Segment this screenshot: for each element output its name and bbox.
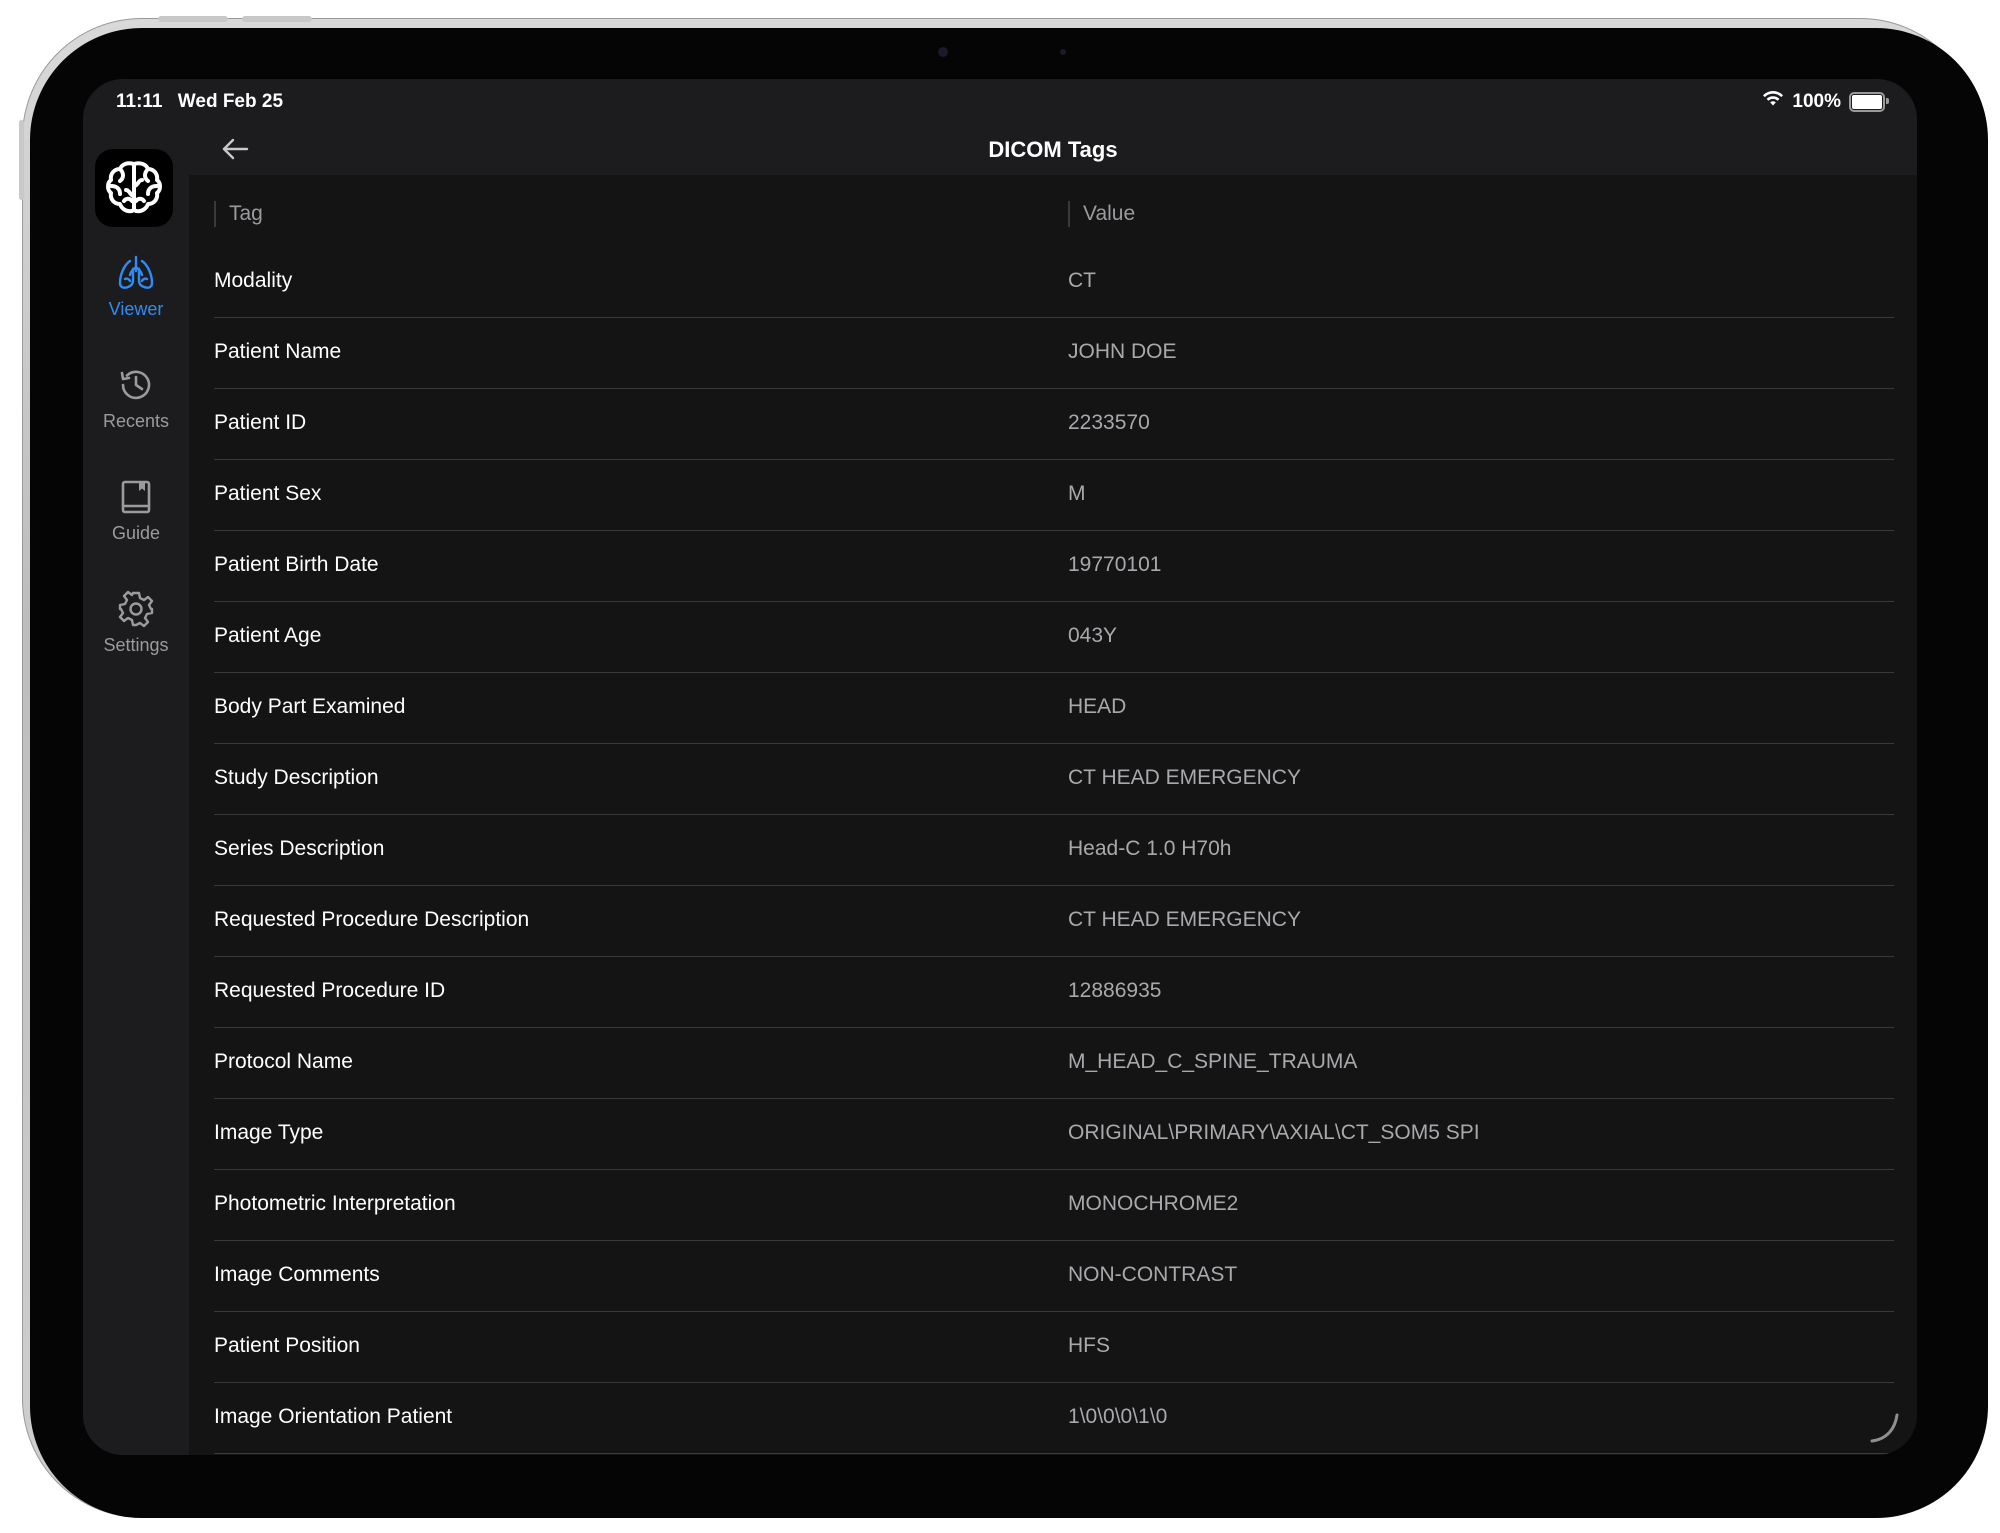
table-row[interactable]: Series Description Head-C 1.0 H70h (214, 815, 1894, 886)
status-date: Wed Feb 25 (177, 91, 284, 112)
table-row[interactable]: Requested Procedure ID 12886935 (214, 957, 1894, 1028)
status-indicators: 100% (1762, 90, 1889, 113)
table-row[interactable]: Patient Birth Date 19770101 (214, 531, 1894, 602)
value-cell: CT (1068, 269, 1096, 292)
battery-percent: 100% (1792, 90, 1841, 112)
value-cell: 043Y (1068, 624, 1118, 647)
scroll-indicator (1869, 1413, 1899, 1443)
table-row[interactable]: Patient Name JOHN DOE (214, 318, 1894, 389)
tag-cell: Patient Age (214, 624, 322, 647)
navigation-bar: DICOM Tags (189, 123, 1917, 175)
value-cell: NON-CONTRAST (1068, 1263, 1238, 1286)
value-cell: HFS (1068, 1334, 1110, 1357)
value-cell: 1\0\0\0\1\0 (1068, 1405, 1168, 1428)
table-header: Tag Value (214, 175, 1894, 247)
app-logo[interactable] (95, 149, 173, 227)
tag-cell: Patient Birth Date (214, 553, 379, 576)
power-button (242, 16, 312, 22)
sidebar-item-label: Viewer (108, 299, 164, 319)
table-row[interactable]: Modality CT (214, 247, 1894, 318)
sidebar-item-settings[interactable]: Settings (83, 587, 189, 656)
value-cell: 19770101 (1068, 553, 1162, 576)
table-row[interactable]: Requested Procedure Description CT HEAD E… (214, 886, 1894, 957)
tag-cell: Image Orientation Patient (214, 1405, 453, 1428)
value-cell: HEAD (1068, 695, 1127, 718)
sidebar: Viewer Recents Guide Settings (83, 123, 189, 1455)
battery-fill (1852, 94, 1882, 109)
tag-cell: Series Description (214, 837, 385, 860)
sidebar-item-recents[interactable]: Recents (83, 363, 189, 432)
tag-cell: Image Comments (214, 1263, 380, 1286)
table-row[interactable]: Image Type ORIGINAL\PRIMARY\AXIAL\CT_SOM5… (214, 1099, 1894, 1170)
tag-cell: Modality (214, 269, 293, 292)
value-cell: 12886935 (1068, 979, 1162, 1002)
status-time-date: 11:11 Wed Feb 25 (116, 91, 283, 113)
table-row[interactable]: Study Description CT HEAD EMERGENCY (214, 744, 1894, 815)
table-row[interactable]: Protocol Name M_HEAD_C_SPINE_TRAUMA (214, 1028, 1894, 1099)
brain-icon (106, 161, 162, 214)
tag-cell: Patient ID (214, 411, 307, 434)
dicom-tags-table: Tag Value Modality CT Patient Name JOHN DOE… (214, 175, 1894, 1454)
value-cell: MONOCHROME2 (1068, 1192, 1239, 1215)
column-header-tag[interactable]: Tag (214, 201, 263, 227)
main-content: DICOM Tags Tag Value Modality CT Patient N… (189, 123, 1917, 1455)
sensor-dot (1060, 49, 1066, 55)
side-button (19, 120, 24, 200)
gear-icon (114, 587, 158, 631)
value-cell: 2233570 (1068, 411, 1150, 434)
volume-button (158, 16, 228, 22)
value-cell: JOHN DOE (1068, 340, 1177, 363)
tag-cell: Patient Position (214, 1334, 360, 1357)
sidebar-item-viewer[interactable]: Viewer (83, 251, 189, 320)
lungs-icon (114, 251, 158, 295)
tag-cell: Body Part Examined (214, 695, 406, 718)
table-body: Modality CT Patient Name JOHN DOE Patient ID… (214, 247, 1894, 1454)
tag-cell: Requested Procedure Description (214, 908, 530, 931)
page-title: DICOM Tags (988, 137, 1118, 162)
value-cell: Head-C 1.0 H70h (1068, 837, 1232, 860)
value-cell: ORIGINAL\PRIMARY\AXIAL\CT_SOM5 SPI (1068, 1121, 1480, 1144)
wifi-icon (1762, 90, 1784, 113)
status-time: 11:11 (116, 91, 163, 112)
column-header-value[interactable]: Value (1068, 201, 1135, 227)
value-cell: CT HEAD EMERGENCY (1068, 766, 1301, 789)
app-screen: 11:11 Wed Feb 25 100% Viewer Recents Gui… (83, 79, 1917, 1455)
tag-cell: Study Description (214, 766, 379, 789)
battery-icon (1849, 91, 1889, 112)
table-row[interactable]: Image Comments NON-CONTRAST (214, 1241, 1894, 1312)
value-cell: M (1068, 482, 1086, 505)
clock-history-icon (114, 363, 158, 407)
tag-cell: Image Type (214, 1121, 324, 1144)
table-row[interactable]: Patient Sex M (214, 460, 1894, 531)
table-row[interactable]: Patient Age 043Y (214, 602, 1894, 673)
tag-cell: Patient Sex (214, 482, 322, 505)
sidebar-item-label: Recents (102, 411, 170, 431)
tag-cell: Patient Name (214, 340, 342, 363)
book-icon (114, 475, 158, 519)
value-cell: CT HEAD EMERGENCY (1068, 908, 1301, 931)
tag-cell: Photometric Interpretation (214, 1192, 456, 1215)
table-row[interactable]: Body Part Examined HEAD (214, 673, 1894, 744)
tag-cell: Protocol Name (214, 1050, 353, 1073)
table-row[interactable]: Patient ID 2233570 (214, 389, 1894, 460)
sidebar-item-label: Guide (111, 523, 161, 543)
sidebar-item-label: Settings (103, 635, 169, 655)
table-row[interactable]: Image Orientation Patient 1\0\0\0\1\0 (214, 1383, 1894, 1454)
table-row[interactable]: Patient Position HFS (214, 1312, 1894, 1383)
status-bar: 11:11 Wed Feb 25 100% (83, 79, 1917, 123)
table-row[interactable]: Photometric Interpretation MONOCHROME2 (214, 1170, 1894, 1241)
sidebar-item-guide[interactable]: Guide (83, 475, 189, 544)
tag-cell: Requested Procedure ID (214, 979, 446, 1002)
value-cell: M_HEAD_C_SPINE_TRAUMA (1068, 1050, 1358, 1073)
front-camera (938, 47, 948, 57)
